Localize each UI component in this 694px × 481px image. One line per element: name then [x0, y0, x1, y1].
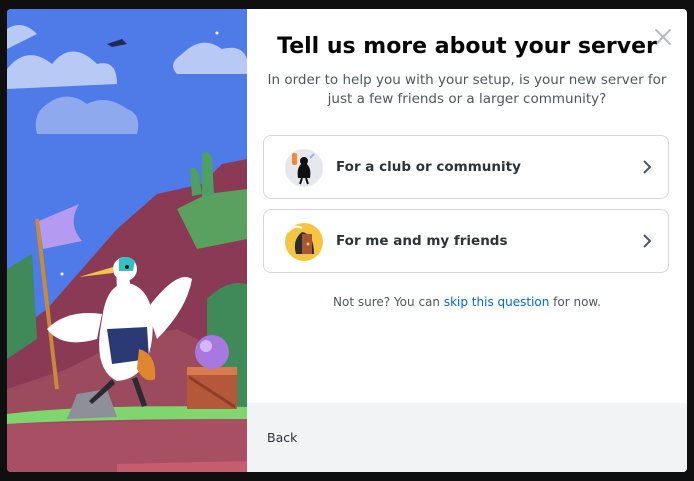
option-me-and-friends-label: For me and my friends [336, 233, 508, 249]
modal-subtitle: In order to help you with your setup, is… [267, 72, 667, 107]
option-club-community[interactable]: For a club or community [263, 135, 669, 199]
chevron-right-icon [643, 234, 652, 248]
option-club-community-label: For a club or community [336, 159, 521, 175]
modal-title: Tell us more about your server [277, 34, 657, 59]
modal-content: Tell us more about your server In order … [247, 9, 687, 472]
bird-adventurer-illustration [7, 9, 247, 472]
create-server-modal: Tell us more about your server In order … [7, 9, 687, 472]
chevron-right-icon [643, 160, 652, 174]
not-sure-suffix: for now. [549, 295, 601, 309]
skip-question-link[interactable]: skip this question [444, 295, 550, 309]
friends-icon [285, 223, 323, 261]
not-sure-text: Not sure? You can skip this question for… [247, 295, 687, 309]
back-button[interactable]: Back [267, 403, 297, 472]
club-community-icon [285, 149, 323, 187]
option-me-and-friends[interactable]: For me and my friends [263, 209, 669, 273]
not-sure-prefix: Not sure? You can [333, 295, 444, 309]
modal-footer: Back [247, 403, 687, 472]
